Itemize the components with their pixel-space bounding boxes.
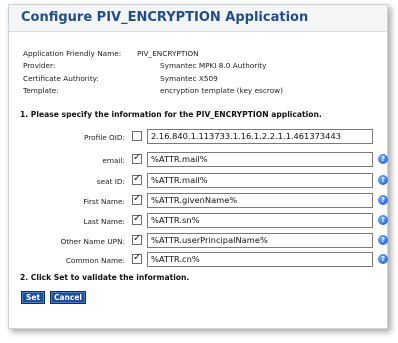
- field-row-other-name-upn: Other Name UPN: %ATTR.userPrincipalName%…: [9, 233, 388, 250]
- info-label: Provider:: [23, 61, 56, 70]
- common-name-checkbox[interactable]: [132, 252, 142, 264]
- help-icon[interactable]: ?: [378, 154, 388, 164]
- field-row-profile-oid: Profile OID: 2.16.840.1.113733.1.16.1.2.…: [9, 129, 387, 146]
- field-row-email: email: %ATTR.mail% ?: [9, 152, 388, 169]
- field-row-common-name: Common Name: %ATTR.cn% ?: [9, 252, 388, 269]
- email-input[interactable]: %ATTR.mail%: [147, 152, 373, 167]
- common-name-input[interactable]: %ATTR.cn%: [147, 252, 373, 267]
- info-value: Symantec X509: [160, 74, 218, 83]
- seat-id-checkbox[interactable]: [132, 173, 142, 185]
- last-name-checkbox[interactable]: [132, 213, 142, 225]
- info-label: Template:: [23, 86, 59, 95]
- page-title: Configure PIV_ENCRYPTION Application: [21, 10, 309, 25]
- field-label: Common Name:: [65, 256, 125, 265]
- section-2-heading: 2. Click Set to validate the information…: [20, 273, 190, 282]
- info-value: PIV_ENCRYPTION: [137, 49, 199, 58]
- field-label: Last Name:: [83, 217, 125, 226]
- info-row-app-name: Application Friendly Name: PIV_ENCRYPTIO…: [23, 49, 383, 61]
- field-label: Other Name UPN:: [60, 237, 125, 246]
- set-button[interactable]: Set: [21, 291, 45, 304]
- field-row-first-name: First Name: %ATTR.givenName% ?: [9, 193, 388, 210]
- cancel-button[interactable]: Cancel: [50, 291, 86, 304]
- configure-dialog: Configure PIV_ENCRYPTION Application App…: [8, 4, 388, 329]
- field-label: email:: [102, 156, 125, 165]
- last-name-input[interactable]: %ATTR.sn%: [147, 213, 373, 228]
- profile-oid-input[interactable]: 2.16.840.1.113733.1.16.1.2.2.1.1.4613734…: [147, 129, 373, 144]
- first-name-checkbox[interactable]: [132, 193, 142, 205]
- info-value: Symantec MPKI 8.0 Authority: [160, 61, 267, 70]
- field-row-seat-id: seat ID: %ATTR.mail% ?: [9, 173, 388, 190]
- title-bar: Configure PIV_ENCRYPTION Application: [9, 5, 387, 32]
- seat-id-input[interactable]: %ATTR.mail%: [147, 173, 373, 188]
- info-label: Application Friendly Name:: [23, 49, 122, 58]
- info-row-template: Template: encryption template (key escro…: [23, 86, 383, 98]
- help-icon[interactable]: ?: [378, 195, 388, 205]
- section-1-heading: 1. Please specify the information for th…: [20, 110, 322, 119]
- profile-oid-checkbox[interactable]: [132, 131, 142, 141]
- help-icon[interactable]: ?: [378, 254, 388, 264]
- other-name-upn-input[interactable]: %ATTR.userPrincipalName%: [147, 233, 373, 248]
- field-label: seat ID:: [96, 177, 125, 186]
- field-row-last-name: Last Name: %ATTR.sn% ?: [9, 213, 388, 230]
- field-label: First Name:: [83, 197, 125, 206]
- other-name-upn-checkbox[interactable]: [132, 233, 142, 245]
- help-icon[interactable]: ?: [378, 175, 388, 185]
- first-name-input[interactable]: %ATTR.givenName%: [147, 193, 373, 208]
- field-label: Profile OID:: [84, 133, 125, 142]
- info-row-provider: Provider: Symantec MPKI 8.0 Authority: [23, 61, 383, 73]
- info-row-ca: Certificate Authority: Symantec X509: [23, 74, 383, 86]
- email-checkbox[interactable]: [132, 152, 142, 164]
- help-icon[interactable]: ?: [378, 235, 388, 245]
- info-value: encryption template (key escrow): [160, 86, 283, 95]
- info-label: Certificate Authority:: [23, 74, 99, 83]
- help-icon[interactable]: ?: [378, 215, 388, 225]
